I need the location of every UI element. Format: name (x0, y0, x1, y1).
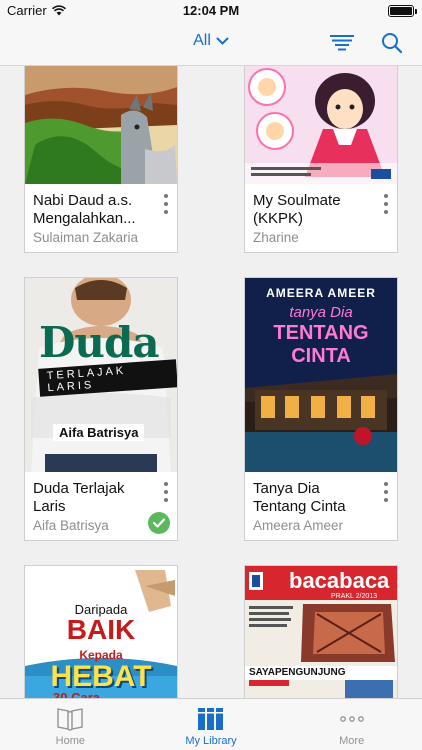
tab-my-library[interactable]: My Library (141, 699, 282, 750)
book-cover[interactable] (245, 66, 397, 184)
filter-label: All (193, 32, 211, 49)
tab-more[interactable]: More (281, 699, 422, 750)
cover-title-line1: tanya Dia (289, 304, 353, 321)
book-title: Nabi Daud a.s. Mengalahkan... (33, 192, 136, 227)
book-title: My Soulmate (KKPK) (253, 192, 341, 227)
book-card[interactable]: bacabaca PRAKL 2/2013 SAYAPENGUNJUNG (244, 565, 398, 698)
battery-icon (388, 5, 417, 17)
book-card[interactable]: AMEERA AMEER tanya Dia TENTANG CINTA Tan… (244, 277, 398, 541)
chevron-down-icon (216, 37, 229, 45)
tab-more-label: More (339, 735, 365, 747)
book-author: Sulaiman Zakaria (33, 230, 139, 245)
book-cover[interactable]: AMEERA AMEER tanya Dia TENTANG CINTA (245, 278, 397, 472)
cover-line2: BAIK (66, 614, 136, 645)
more-horizontal-icon (339, 716, 364, 722)
library-books-icon (198, 708, 223, 730)
downloaded-check-icon (148, 512, 170, 534)
book-info: Tanya Dia Tentang Cinta Ameera Ameer (245, 472, 397, 540)
book-open-icon (57, 708, 84, 731)
cover-title-line2: TENTANG CINTA (273, 322, 369, 367)
cover-title-text: Duda (39, 318, 160, 367)
book-title: Tanya Dia Tentang Cinta (253, 480, 346, 515)
more-options-icon[interactable] (163, 194, 169, 216)
cover-section: SAYAPENGUNJUNG (249, 667, 346, 678)
book-author: Ameera Ameer (253, 518, 344, 533)
more-options-icon[interactable] (383, 194, 389, 216)
book-cover[interactable]: Daripada BAIK Kepada HEBAT 30 Cara (25, 566, 177, 698)
cover-author-text: Aifa Batrisya (53, 424, 145, 441)
book-cover[interactable] (25, 66, 177, 184)
book-title: Duda Terlajak Laris (33, 480, 125, 515)
cover-line5: 30 Cara (53, 690, 100, 698)
status-bar: Carrier 12:04 PM (0, 0, 422, 22)
status-time: 12:04 PM (182, 3, 240, 18)
search-icon[interactable] (381, 32, 403, 54)
filter-dropdown-button[interactable]: All (176, 32, 246, 50)
book-cover[interactable]: bacabaca PRAKL 2/2013 SAYAPENGUNJUNG (245, 566, 397, 698)
book-cover[interactable]: Duda TERLAJAK LARIS Aifa Batrisya (25, 278, 177, 472)
book-info: Nabi Daud a.s. Mengalahkan... Sulaiman Z… (25, 184, 177, 252)
tab-home-label: Home (55, 735, 85, 747)
book-info: My Soulmate (KKPK) Zharine (245, 184, 397, 252)
navigation-bar: All (0, 22, 422, 66)
cover-author-text: AMEERA AMEER (266, 286, 376, 300)
more-options-icon[interactable] (163, 482, 169, 504)
tab-bar: Home My Library More (0, 698, 422, 750)
book-author: Zharine (253, 230, 299, 245)
book-card[interactable]: Daripada BAIK Kepada HEBAT 30 Cara (24, 565, 178, 698)
cover-line4: HEBAT (50, 660, 152, 693)
tab-home[interactable]: Home (0, 699, 141, 750)
book-card[interactable]: My Soulmate (KKPK) Zharine (244, 66, 398, 253)
book-card[interactable]: Duda TERLAJAK LARIS Aifa Batrisya Duda T… (24, 277, 178, 541)
tab-my-library-label: My Library (185, 735, 237, 747)
library-grid[interactable]: Nabi Daud a.s. Mengalahkan... Sulaiman Z… (0, 66, 422, 698)
book-author: Aifa Batrisya (33, 518, 109, 533)
sort-icon[interactable] (330, 35, 354, 51)
book-info: Duda Terlajak Laris Aifa Batrisya (25, 472, 177, 540)
more-options-icon[interactable] (383, 482, 389, 504)
book-card[interactable]: Nabi Daud a.s. Mengalahkan... Sulaiman Z… (24, 66, 178, 253)
